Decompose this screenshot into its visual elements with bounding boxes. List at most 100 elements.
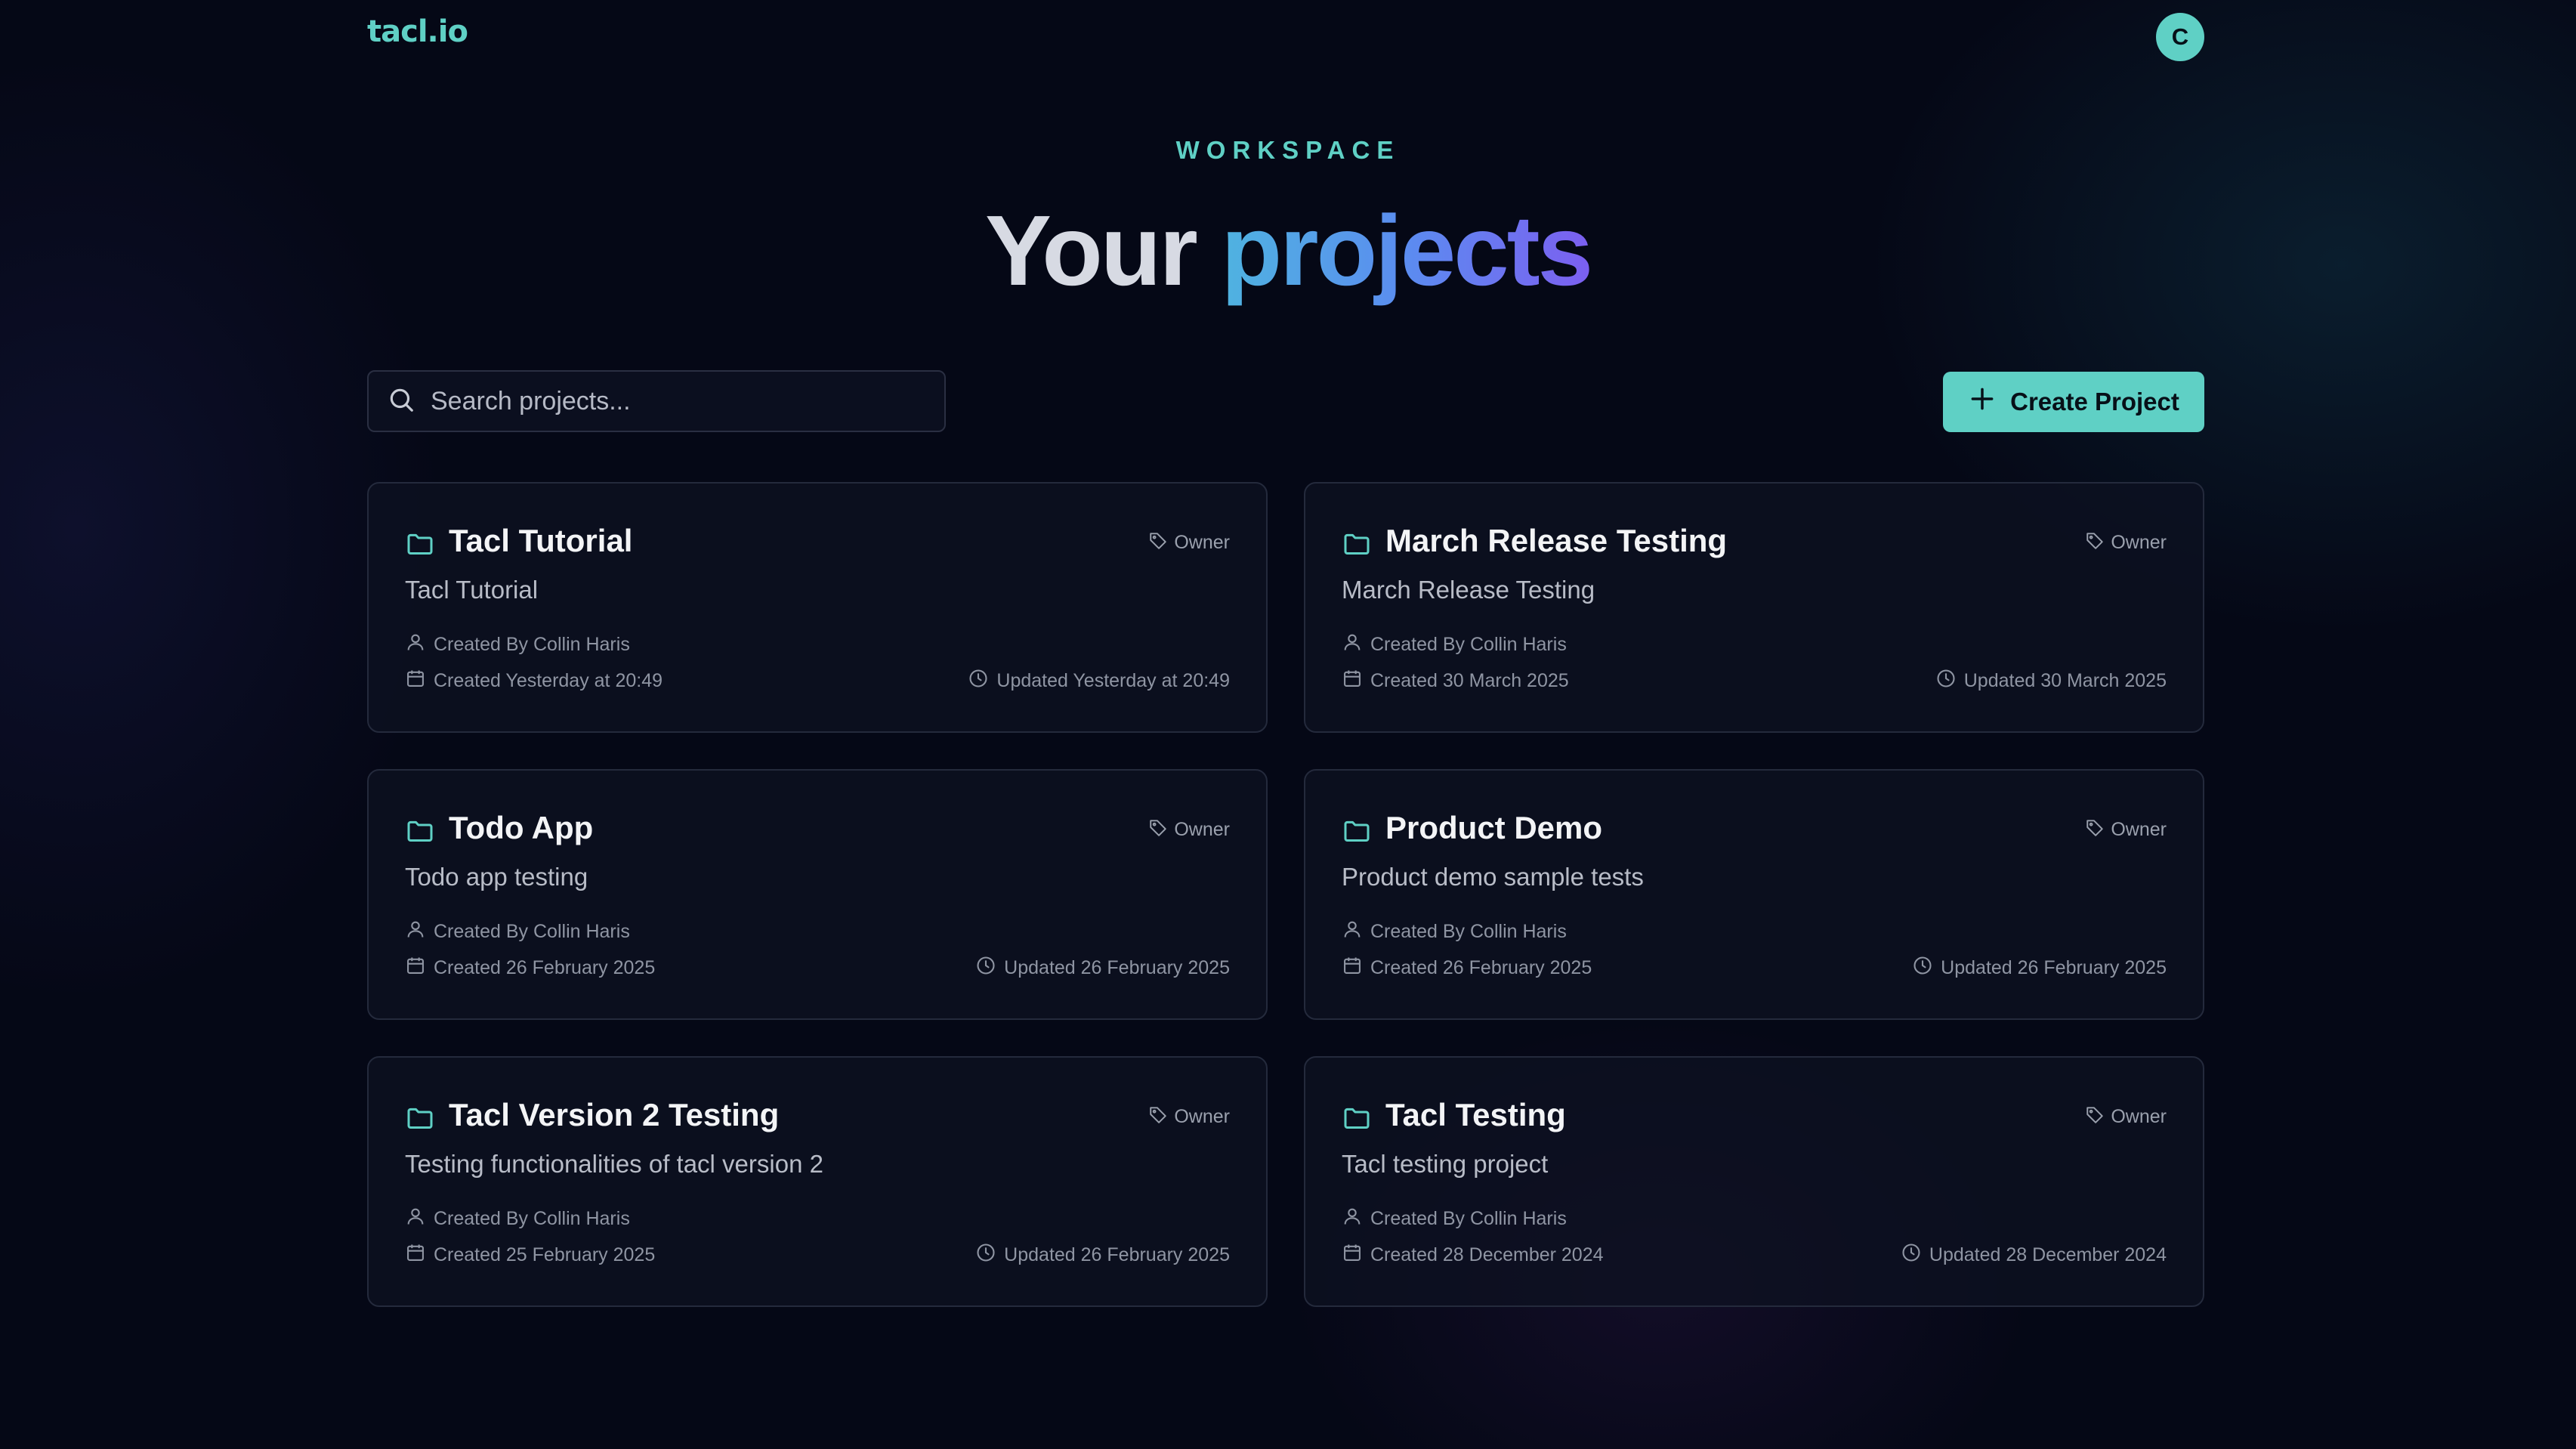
created-by-text: Created By Collin Haris [1370, 1208, 1567, 1229]
tag-icon [2085, 1105, 2105, 1129]
calendar-icon [1342, 668, 1363, 694]
created-by-text: Created By Collin Haris [434, 634, 630, 655]
project-description: Tacl testing project [1342, 1150, 1549, 1178]
folder-icon [405, 529, 435, 559]
folder-icon [1342, 529, 1372, 559]
tag-icon [1148, 817, 1168, 842]
page-title-part2: projects [1221, 195, 1593, 306]
created-by-text: Created By Collin Haris [1370, 634, 1567, 655]
user-icon [1342, 632, 1363, 658]
role-badge: Owner [1148, 530, 1230, 555]
clock-icon [975, 955, 996, 981]
role-label: Owner [1174, 819, 1230, 840]
page-title: Your projects [0, 190, 2576, 311]
updated-date: Updated Yesterday at 20:49 [968, 668, 1230, 694]
updated-date-text: Updated 26 February 2025 [1004, 1244, 1230, 1265]
created-by: Created By Collin Haris [405, 919, 630, 945]
updated-date: Updated 26 February 2025 [975, 1242, 1230, 1268]
search-input[interactable] [429, 385, 944, 417]
create-project-label: Create Project [2010, 388, 2179, 416]
created-date: Created 26 February 2025 [405, 955, 655, 981]
create-project-button[interactable]: Create Project [1943, 372, 2204, 432]
project-title[interactable]: Tacl Version 2 Testing [449, 1097, 779, 1133]
project-card[interactable]: March Release Testing Owner March Releas… [1304, 482, 2204, 733]
role-badge: Owner [2085, 817, 2167, 842]
project-title[interactable]: Tacl Tutorial [449, 523, 632, 559]
user-icon [1342, 1206, 1363, 1232]
calendar-icon [1342, 955, 1363, 981]
created-date: Created Yesterday at 20:49 [405, 668, 663, 694]
page-title-part1: Your [984, 195, 1198, 306]
project-title[interactable]: Tacl Testing [1385, 1097, 1566, 1133]
tag-icon [1148, 530, 1168, 555]
project-description: March Release Testing [1342, 576, 1595, 604]
clock-icon [1912, 955, 1933, 981]
project-title[interactable]: March Release Testing [1385, 523, 1727, 559]
role-label: Owner [2111, 819, 2167, 840]
user-icon [405, 632, 426, 658]
updated-date-text: Updated 28 December 2024 [1929, 1244, 2167, 1265]
calendar-icon [405, 955, 426, 981]
created-date-text: Created 26 February 2025 [1370, 957, 1592, 978]
tag-icon [2085, 817, 2105, 842]
role-badge: Owner [2085, 530, 2167, 555]
clock-icon [975, 1242, 996, 1268]
updated-date: Updated 26 February 2025 [975, 955, 1230, 981]
project-description: Todo app testing [405, 863, 588, 891]
created-by-text: Created By Collin Haris [1370, 921, 1567, 942]
plus-icon [1968, 385, 1997, 419]
app-logo[interactable]: tacl.io [367, 14, 468, 49]
folder-icon [405, 816, 435, 846]
created-date-text: Created 28 December 2024 [1370, 1244, 1604, 1265]
updated-date: Updated 26 February 2025 [1912, 955, 2167, 981]
role-label: Owner [2111, 1106, 2167, 1127]
updated-date-text: Updated 30 March 2025 [1963, 670, 2167, 691]
role-label: Owner [1174, 1106, 1230, 1127]
created-by: Created By Collin Haris [405, 1206, 630, 1232]
role-label: Owner [2111, 532, 2167, 553]
created-date: Created 25 February 2025 [405, 1242, 655, 1268]
created-date: Created 28 December 2024 [1342, 1242, 1604, 1268]
role-label: Owner [1174, 532, 1230, 553]
project-description: Product demo sample tests [1342, 863, 1644, 891]
created-by: Created By Collin Haris [1342, 919, 1567, 945]
project-title[interactable]: Todo App [449, 810, 593, 846]
role-badge: Owner [1148, 1105, 1230, 1129]
calendar-icon [405, 668, 426, 694]
project-description: Testing functionalities of tacl version … [405, 1150, 823, 1178]
user-icon [405, 1206, 426, 1232]
search-icon [387, 385, 415, 418]
folder-icon [1342, 1103, 1372, 1133]
project-card[interactable]: Tacl Testing Owner Tacl testing project … [1304, 1056, 2204, 1307]
folder-icon [1342, 816, 1372, 846]
role-badge: Owner [2085, 1105, 2167, 1129]
project-card[interactable]: Tacl Version 2 Testing Owner Testing fun… [367, 1056, 1268, 1307]
created-date: Created 30 March 2025 [1342, 668, 1569, 694]
created-by-text: Created By Collin Haris [434, 921, 630, 942]
project-card[interactable]: Product Demo Owner Product demo sample t… [1304, 769, 2204, 1020]
top-bar: tacl.io C [367, 13, 2204, 61]
section-eyebrow: WORKSPACE [1175, 136, 1401, 164]
folder-icon [405, 1103, 435, 1133]
calendar-icon [1342, 1242, 1363, 1268]
search-box[interactable] [367, 370, 946, 432]
created-date: Created 26 February 2025 [1342, 955, 1592, 981]
created-date-text: Created 26 February 2025 [434, 957, 656, 978]
project-card[interactable]: Todo App Owner Todo app testing Created … [367, 769, 1268, 1020]
created-by: Created By Collin Haris [405, 632, 630, 658]
updated-date-text: Updated 26 February 2025 [1004, 957, 1230, 978]
project-card[interactable]: Tacl Tutorial Owner Tacl Tutorial Create… [367, 482, 1268, 733]
user-avatar[interactable]: C [2156, 13, 2204, 61]
clock-icon [1901, 1242, 1922, 1268]
created-date-text: Created Yesterday at 20:49 [434, 670, 663, 691]
project-title[interactable]: Product Demo [1385, 810, 1602, 846]
created-by: Created By Collin Haris [1342, 1206, 1567, 1232]
clock-icon [1935, 668, 1957, 694]
calendar-icon [405, 1242, 426, 1268]
created-date-text: Created 30 March 2025 [1370, 670, 1569, 691]
project-description: Tacl Tutorial [405, 576, 539, 604]
created-date-text: Created 25 February 2025 [434, 1244, 656, 1265]
updated-date: Updated 28 December 2024 [1901, 1242, 2167, 1268]
user-icon [1342, 919, 1363, 945]
role-badge: Owner [1148, 817, 1230, 842]
